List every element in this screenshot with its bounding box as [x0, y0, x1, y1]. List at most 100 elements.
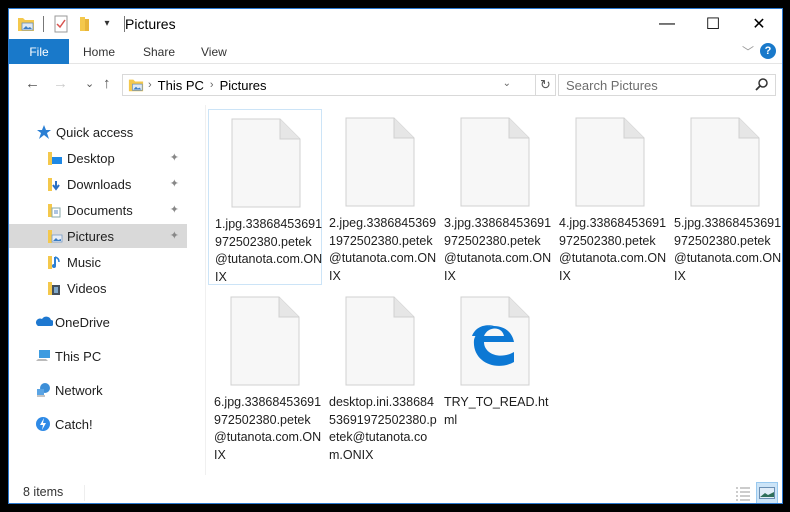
details-view-button[interactable]	[734, 484, 752, 502]
qat-divider	[43, 16, 44, 32]
catch-icon	[35, 416, 51, 432]
sidebar-item-label: Downloads	[67, 176, 132, 192]
blank-file-icon	[345, 117, 415, 207]
file-item[interactable]: desktop.ini.33868453691972502380.petek@t…	[323, 288, 437, 464]
details-view-icon	[736, 487, 750, 501]
item-count: 8 items	[23, 485, 64, 499]
sidebar-item-label: Music	[67, 254, 101, 270]
sidebar-item-onedrive[interactable]: OneDrive	[9, 310, 187, 334]
search-icon[interactable]	[755, 77, 769, 94]
navigation-bar: ← → ⌄ ↑ › This PC › Pictures ⌄ ↻	[9, 65, 782, 105]
sidebar-item-desktop[interactable]: Desktop ✦	[9, 146, 187, 170]
sidebar-item-quick-access[interactable]: Quick access	[9, 120, 187, 144]
quick-access-toolbar: ▾	[17, 15, 133, 33]
file-name: 5.jpg.33868453691972502380.petek@tutanot…	[674, 216, 782, 283]
pictures-folder-icon[interactable]	[17, 15, 35, 33]
sidebar-item-this-pc[interactable]: This PC	[9, 344, 187, 368]
breadcrumb-pictures[interactable]: Pictures	[220, 78, 267, 93]
search-input[interactable]	[566, 77, 756, 93]
minimize-button[interactable]: —	[644, 9, 690, 39]
pin-icon[interactable]: ✦	[170, 203, 179, 216]
breadcrumb-separator[interactable]: ›	[148, 79, 152, 91]
sidebar-item-label: Network	[55, 382, 103, 398]
address-bar[interactable]: › This PC › Pictures ⌄	[122, 74, 536, 96]
file-item[interactable]: 1.jpg.33868453691972502380.petek@tutanot…	[208, 109, 322, 285]
file-item[interactable]: 5.jpg.33868453691972502380.petek@tutanot…	[668, 109, 782, 285]
search-box[interactable]	[558, 74, 776, 96]
edge-html-file-icon	[460, 296, 530, 386]
file-list: 1.jpg.33868453691972502380.petek@tutanot…	[206, 105, 782, 475]
help-icon[interactable]: ?	[760, 43, 776, 59]
documents-folder-icon	[47, 202, 63, 218]
file-item[interactable]: 2.jpeg.33868453691972502380.petek@tutano…	[323, 109, 437, 285]
tab-view[interactable]: View	[201, 39, 227, 64]
tab-share[interactable]: Share	[143, 39, 175, 64]
videos-folder-icon	[47, 280, 63, 296]
file-item[interactable]: 6.jpg.33868453691972502380.petek@tutanot…	[208, 288, 322, 464]
desktop-folder-icon	[47, 150, 63, 166]
maximize-button[interactable]: ☐	[690, 9, 736, 39]
onedrive-icon	[35, 314, 54, 330]
sidebar-item-label: Desktop	[67, 150, 115, 166]
large-icons-view-icon	[759, 487, 775, 499]
blank-file-icon	[230, 296, 300, 386]
sidebar-item-label: Quick access	[56, 124, 134, 140]
sidebar-item-label: This PC	[55, 348, 102, 364]
up-button[interactable]: ↑	[103, 75, 111, 92]
star-icon	[36, 124, 52, 140]
pin-icon[interactable]: ✦	[170, 229, 179, 242]
sidebar-item-label: OneDrive	[55, 314, 110, 330]
new-folder-icon[interactable]	[76, 15, 94, 33]
music-folder-icon	[47, 254, 63, 270]
sidebar-item-downloads[interactable]: Downloads ✦	[9, 172, 187, 196]
blank-file-icon	[690, 117, 760, 207]
file-name: desktop.ini.33868453691972502380.petek@t…	[329, 395, 437, 462]
breadcrumb-separator[interactable]: ›	[210, 79, 214, 91]
file-explorer-window: ▾ Pictures — ☐ ✕ File Home Share View ﹀ …	[8, 8, 783, 504]
file-name: 4.jpg.33868453691972502380.petek@tutanot…	[559, 216, 667, 283]
network-icon	[35, 382, 51, 398]
properties-icon[interactable]	[52, 15, 70, 33]
tab-file[interactable]: File	[9, 39, 69, 64]
sidebar-item-documents[interactable]: Documents ✦	[9, 198, 187, 222]
downloads-folder-icon	[47, 176, 63, 192]
blank-file-icon	[460, 117, 530, 207]
file-name: 1.jpg.33868453691972502380.petek@tutanot…	[215, 217, 323, 284]
file-name: TRY_TO_READ.html	[444, 395, 549, 427]
address-dropdown-icon[interactable]: ⌄	[503, 78, 511, 89]
customize-qat-icon[interactable]: ▾	[98, 15, 116, 33]
file-item[interactable]: 3.jpg.33868453691972502380.petek@tutanot…	[438, 109, 552, 285]
sidebar-item-videos[interactable]: Videos	[9, 276, 187, 300]
navigation-pane: Quick access Desktop ✦ Downloads ✦ Docum…	[9, 105, 194, 475]
pin-icon[interactable]: ✦	[170, 177, 179, 190]
sidebar-item-label: Documents	[67, 202, 133, 218]
sidebar-item-catch[interactable]: Catch!	[9, 412, 187, 436]
file-name: 3.jpg.33868453691972502380.petek@tutanot…	[444, 216, 552, 283]
breadcrumb-this-pc[interactable]: This PC	[158, 78, 204, 93]
blank-file-icon	[575, 117, 645, 207]
tab-home[interactable]: Home	[83, 39, 115, 64]
pictures-folder-icon	[47, 228, 63, 244]
refresh-button[interactable]: ↻	[536, 74, 556, 96]
sidebar-item-label: Catch!	[55, 416, 93, 432]
blank-file-icon	[345, 296, 415, 386]
ribbon-tabs: File Home Share View ﹀ ?	[9, 39, 782, 64]
this-pc-icon	[35, 348, 51, 364]
status-bar: 8 items	[9, 481, 782, 503]
expand-ribbon-icon[interactable]: ﹀	[742, 43, 754, 60]
file-item[interactable]: TRY_TO_READ.html	[438, 288, 552, 464]
forward-button[interactable]: →	[53, 75, 68, 92]
sidebar-item-music[interactable]: Music	[9, 250, 187, 274]
status-divider	[84, 485, 85, 501]
sidebar-item-pictures[interactable]: Pictures ✦	[9, 224, 187, 248]
file-name: 6.jpg.33868453691972502380.petek@tutanot…	[214, 395, 322, 462]
window-title: Pictures	[125, 16, 176, 32]
close-button[interactable]: ✕	[736, 9, 782, 39]
recent-locations-button[interactable]: ⌄	[85, 77, 94, 90]
file-item[interactable]: 4.jpg.33868453691972502380.petek@tutanot…	[553, 109, 667, 285]
large-icons-view-button[interactable]	[756, 482, 778, 503]
back-button[interactable]: ←	[25, 75, 40, 92]
sidebar-item-network[interactable]: Network	[9, 378, 187, 402]
pin-icon[interactable]: ✦	[170, 151, 179, 164]
blank-file-icon	[231, 118, 301, 208]
